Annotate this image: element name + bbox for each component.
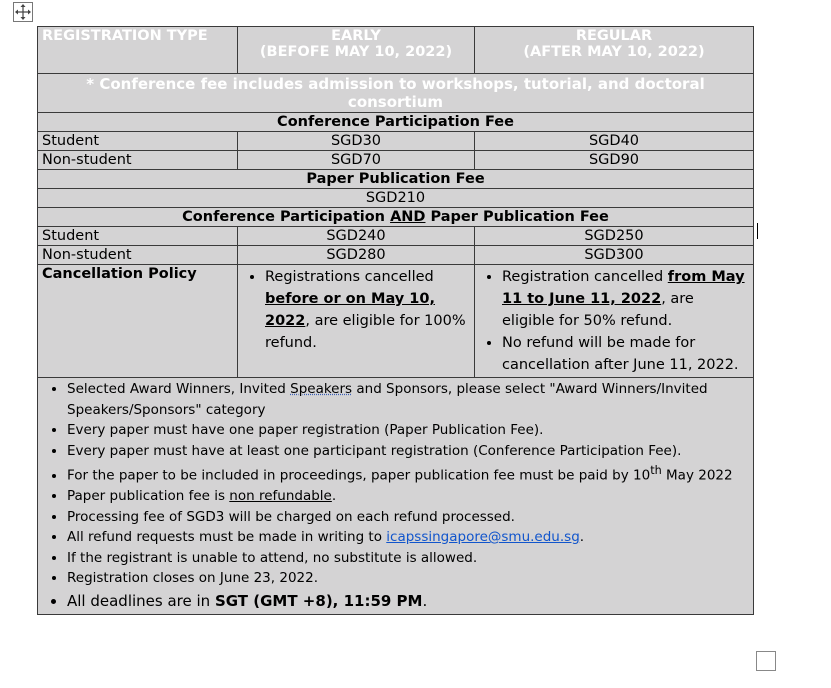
regular-fee: SGD300 xyxy=(474,245,754,265)
notes-row: Selected Award Winners, Invited Speakers… xyxy=(37,377,754,615)
cancellation-early: Registrations cancelled before or on May… xyxy=(237,264,475,378)
header-registration-type: REGISTRATION TYPE xyxy=(37,26,238,74)
table-move-handle-icon[interactable] xyxy=(13,2,33,22)
header-early-label: EARLY xyxy=(331,28,381,44)
fee-note-row: * Conference fee includes admission to w… xyxy=(37,73,754,113)
regular-fee: SGD90 xyxy=(474,150,754,170)
list-item: Every paper must have at least one parti… xyxy=(67,441,749,462)
list-item: Paper publication fee is non refundable. xyxy=(67,486,749,507)
list-item: Selected Award Winners, Invited Speakers… xyxy=(67,379,749,420)
cancellation-regular: Registration cancelled from May 11 to Ju… xyxy=(474,264,754,378)
early-fee: SGD70 xyxy=(237,150,475,170)
table-row: SGD210 xyxy=(37,188,754,208)
section-combo-fee: Conference Participation AND Paper Publi… xyxy=(37,207,754,227)
registration-fee-table[interactable]: REGISTRATION TYPE EARLY (BEFOFE MAY 10, … xyxy=(37,26,754,615)
table-header-row: REGISTRATION TYPE EARLY (BEFOFE MAY 10, … xyxy=(37,26,754,74)
section-row: Paper Publication Fee xyxy=(37,169,754,189)
combo-title-and: AND xyxy=(390,209,426,225)
email-link[interactable]: icapssingapore@smu.edu.sg xyxy=(386,529,579,545)
list-item: Processing fee of SGD3 will be charged o… xyxy=(67,507,749,528)
table-resize-handle-icon[interactable] xyxy=(756,651,776,671)
table-row: Student SGD240 SGD250 xyxy=(37,226,754,246)
list-item: Registration closes on June 23, 2022. xyxy=(67,568,749,589)
regular-fee: SGD250 xyxy=(474,226,754,246)
cancellation-label: Cancellation Policy xyxy=(37,264,238,378)
row-label: Student xyxy=(37,226,238,246)
text-cursor xyxy=(757,223,758,239)
header-regular-label: REGULAR xyxy=(575,28,653,44)
section-row: Conference Participation Fee xyxy=(37,112,754,132)
header-early-date: (BEFOFE MAY 10, 2022) xyxy=(259,44,453,60)
list-item: Every paper must have one paper registra… xyxy=(67,420,749,441)
row-label: Student xyxy=(37,131,238,151)
header-early: EARLY (BEFOFE MAY 10, 2022) xyxy=(237,26,475,74)
section-publication-fee: Paper Publication Fee xyxy=(37,169,754,189)
regular-fee: SGD40 xyxy=(474,131,754,151)
early-fee: SGD30 xyxy=(237,131,475,151)
list-item: Registrations cancelled before or on May… xyxy=(265,266,470,354)
notes-cell: Selected Award Winners, Invited Speakers… xyxy=(37,377,754,615)
list-item: If the registrant is unable to attend, n… xyxy=(67,548,749,569)
row-label: Non-student xyxy=(37,245,238,265)
list-item: All deadlines are in SGT (GMT +8), 11:59… xyxy=(67,589,749,613)
list-item: All refund requests must be made in writ… xyxy=(67,527,749,548)
list-item: For the paper to be included in proceedi… xyxy=(67,461,749,486)
table-row: Non-student SGD280 SGD300 xyxy=(37,245,754,265)
section-row: Conference Participation AND Paper Publi… xyxy=(37,207,754,227)
section-participation-fee: Conference Participation Fee xyxy=(37,112,754,132)
row-label: Non-student xyxy=(37,150,238,170)
combo-title-pre: Conference Participation xyxy=(182,209,391,225)
header-regular: REGULAR (AFTER MAY 10, 2022) xyxy=(474,26,754,74)
publication-fee-value: SGD210 xyxy=(37,188,754,208)
header-regular-date: (AFTER MAY 10, 2022) xyxy=(523,44,705,60)
early-fee: SGD280 xyxy=(237,245,475,265)
fee-note: * Conference fee includes admission to w… xyxy=(37,73,754,113)
list-item: No refund will be made for cancellation … xyxy=(502,332,749,376)
list-item: Registration cancelled from May 11 to Ju… xyxy=(502,266,749,332)
table-row: Non-student SGD70 SGD90 xyxy=(37,150,754,170)
cancellation-row: Cancellation Policy Registrations cancel… xyxy=(37,264,754,378)
combo-title-post: Paper Publication Fee xyxy=(425,209,609,225)
table-row: Student SGD30 SGD40 xyxy=(37,131,754,151)
early-fee: SGD240 xyxy=(237,226,475,246)
